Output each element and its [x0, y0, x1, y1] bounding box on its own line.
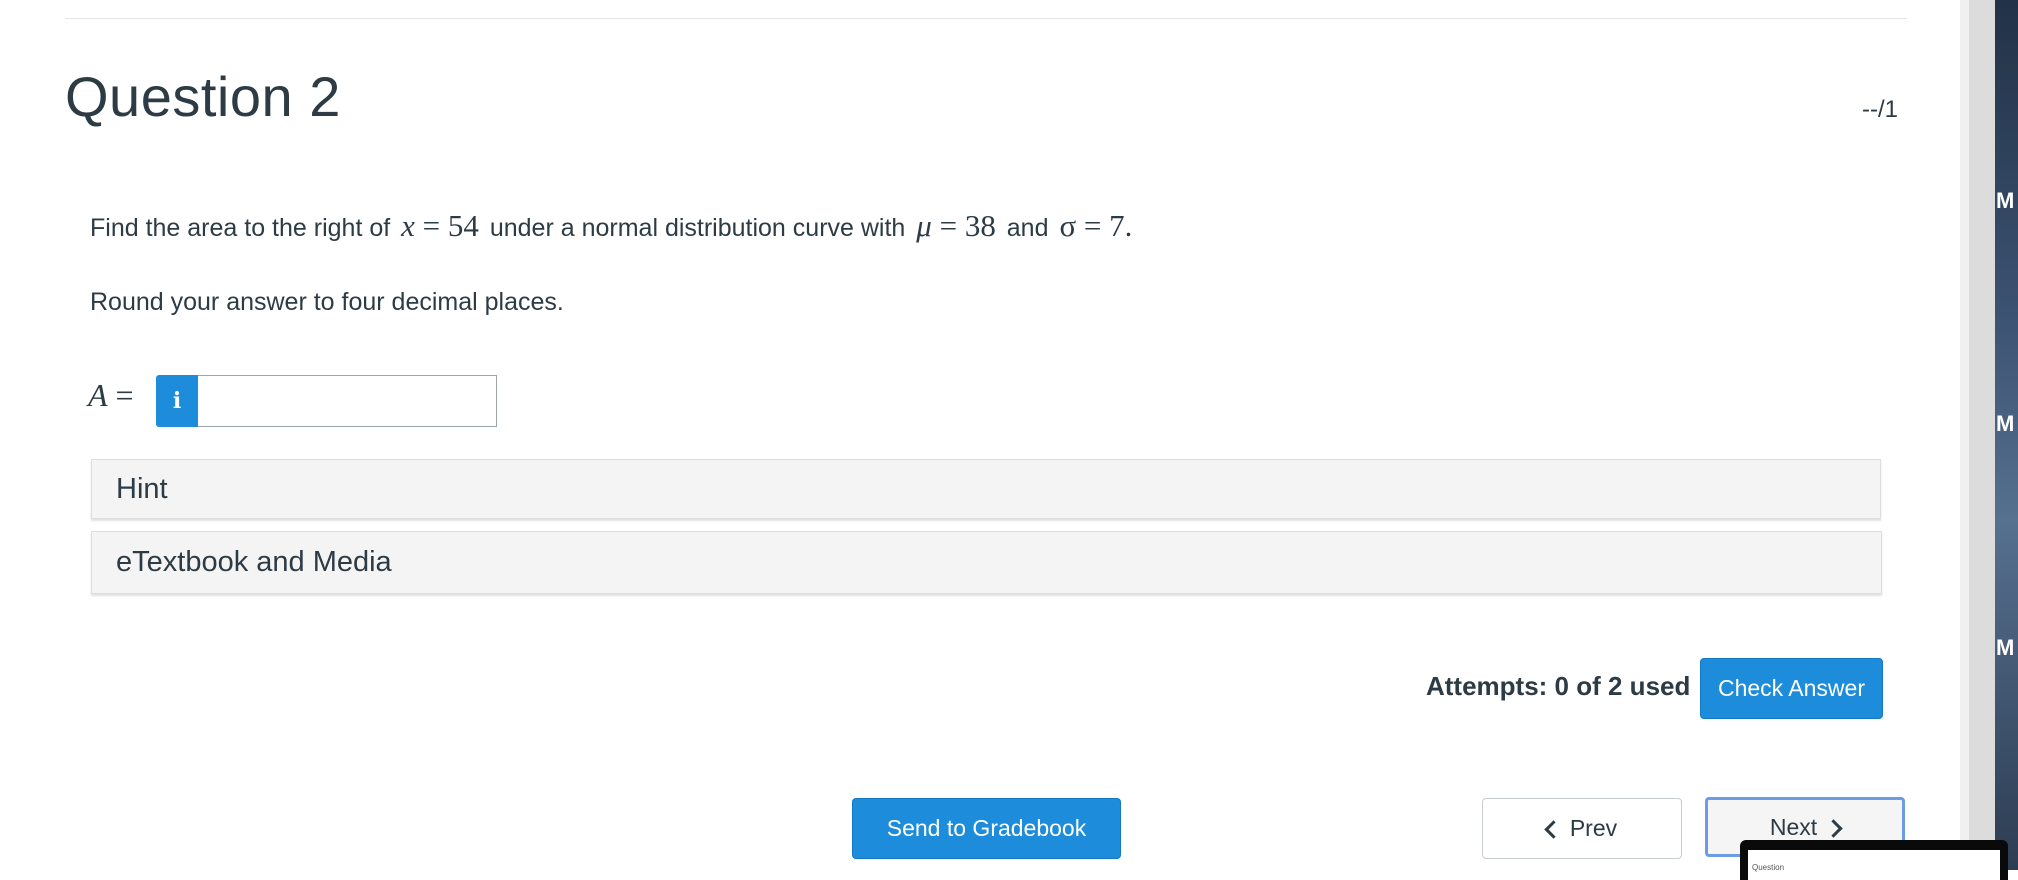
info-button[interactable]: i [156, 375, 198, 427]
prev-button[interactable]: Prev [1482, 798, 1682, 859]
x-value: = 54 [422, 208, 479, 243]
mu-value: = 38 [939, 208, 996, 243]
prev-label: Prev [1569, 815, 1618, 841]
mu-equation: μ = 38 [912, 208, 1000, 243]
question-title: Question 2 [65, 65, 341, 128]
answer-variable: A [88, 377, 108, 413]
next-label: Next [1769, 813, 1818, 840]
answer-label: A = [88, 377, 134, 414]
edge-letter: M [1996, 411, 2015, 436]
answer-equals: = [115, 377, 134, 413]
attempts-counter: Attempts: 0 of 2 used [1426, 671, 1691, 701]
prompt-text-pre: Find the area to the right of [90, 214, 391, 242]
x-equation: x = 54 [397, 208, 483, 243]
question-prompt: Find the area to the right of x = 54 und… [90, 208, 1136, 244]
edge-letter: M [1996, 635, 2015, 660]
info-icon: i [172, 388, 182, 414]
mu-variable: μ [916, 208, 932, 243]
preview-thumbnail-content [1748, 850, 2000, 880]
x-variable: x [401, 208, 415, 243]
etextbook-label: eTextbook and Media [116, 546, 392, 578]
chevron-right-icon [1824, 818, 1843, 838]
top-divider [65, 18, 1907, 19]
prompt-text-mid: under a normal distribution curve with [489, 214, 906, 242]
round-instruction: Round your answer to four decimal places… [90, 288, 564, 316]
sigma-variable: σ [1059, 208, 1077, 243]
window-edge [1969, 0, 1995, 870]
preview-thumbnail-text: Question [1752, 863, 1785, 872]
sigma-equation: σ = 7. [1055, 208, 1136, 243]
scrollbar-track[interactable] [1960, 0, 1969, 870]
hint-accordion[interactable]: Hint [91, 459, 1881, 519]
sigma-value: = 7. [1083, 208, 1133, 243]
send-to-gradebook-button[interactable]: Send to Gradebook [852, 798, 1121, 859]
edge-letter: M [1996, 188, 2015, 213]
answer-input[interactable] [198, 375, 497, 427]
and-text: and [1006, 214, 1049, 242]
hint-label: Hint [116, 472, 168, 505]
check-answer-button[interactable]: Check Answer [1700, 658, 1883, 719]
check-answer-label: Check Answer [1717, 675, 1865, 701]
send-to-gradebook-label: Send to Gradebook [886, 815, 1087, 841]
etextbook-accordion[interactable]: eTextbook and Media [91, 531, 1882, 594]
chevron-left-icon [1544, 820, 1563, 839]
question-score: --/1 [1862, 96, 1898, 123]
